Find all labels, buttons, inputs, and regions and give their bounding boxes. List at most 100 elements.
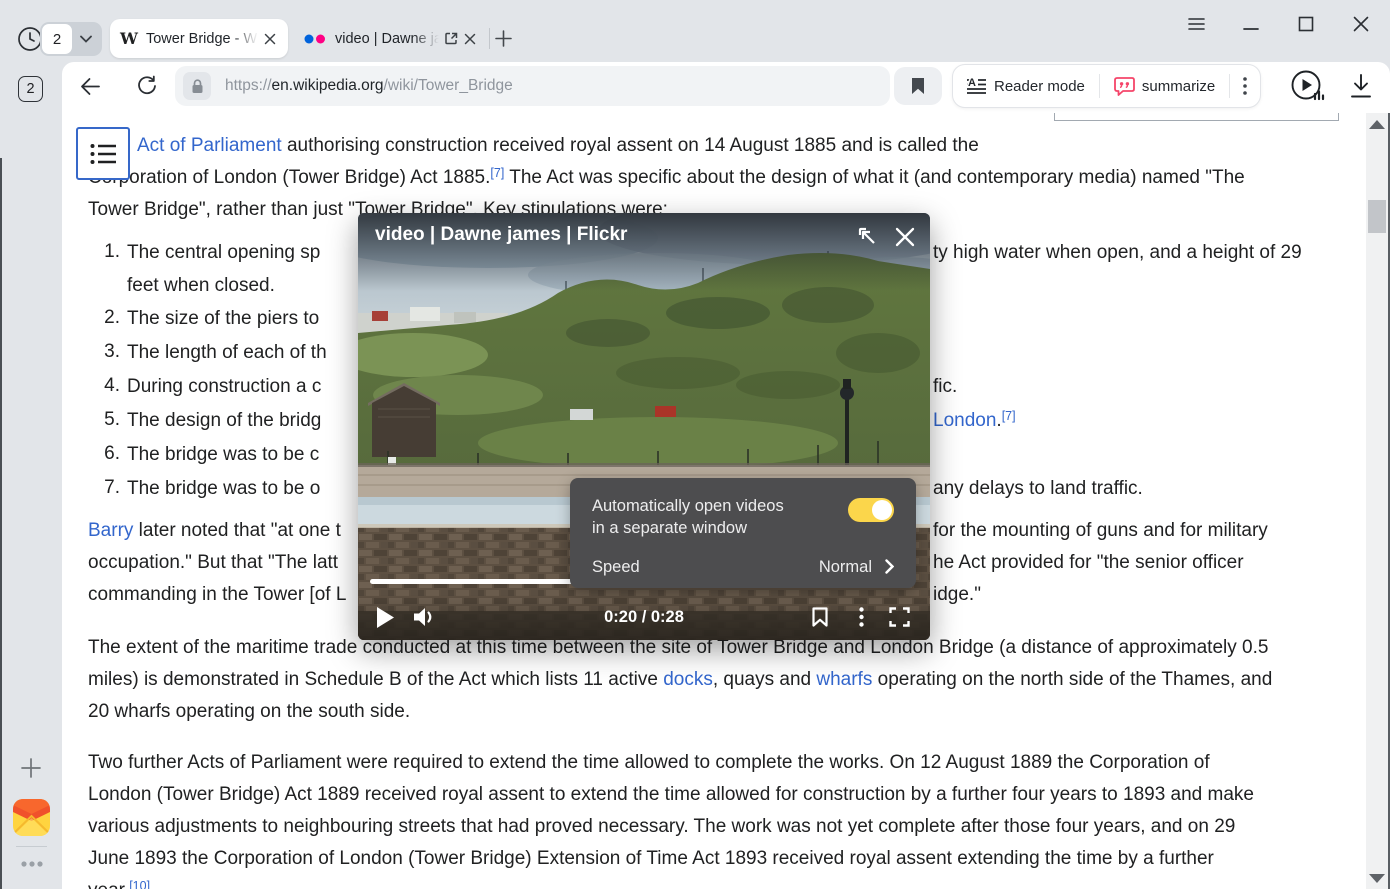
tab-divider <box>489 28 490 49</box>
article-text: he Act provided for "the senior officer <box>933 552 1244 573</box>
scrollbar-down-arrow[interactable] <box>1369 874 1385 883</box>
list-item-right: any delays to land traffic. <box>933 477 1143 501</box>
video-time: 0:20 / 0:28 <box>358 608 930 627</box>
reference-link[interactable]: [7] <box>1002 409 1016 423</box>
popout-indicator-icon[interactable] <box>444 31 459 46</box>
summarize-icon <box>1114 77 1135 96</box>
article-line: Barry later noted that "at one t <box>88 519 341 543</box>
reload-button[interactable] <box>136 75 158 97</box>
article-text: The design of the bridg <box>127 410 321 431</box>
close-video-icon[interactable] <box>895 227 915 247</box>
floating-video-player[interactable]: video | Dawne james | Flickr 0:20 / 0:28… <box>358 213 930 640</box>
chevron-down-icon[interactable] <box>80 35 92 43</box>
browser-menu-icon[interactable] <box>1181 9 1211 39</box>
article-text: fic. <box>933 376 957 397</box>
bookmark-icon <box>911 77 925 95</box>
close-tab-icon[interactable] <box>264 33 276 45</box>
speed-value: Normal <box>819 556 872 578</box>
read-aloud-button[interactable] <box>1290 69 1326 103</box>
article-text: Corporation of London (Tower Bridge) Act… <box>88 167 490 188</box>
article-text: The size of the piers to <box>127 308 319 329</box>
summarize-button[interactable]: summarize <box>1100 65 1229 107</box>
speed-row[interactable]: Speed Normal <box>570 550 916 580</box>
sidebar-add-button[interactable] <box>21 758 41 778</box>
list-item-right: London.[7] <box>933 409 1016 434</box>
article-text: various adjustments to neighbouring stre… <box>88 816 1235 837</box>
article-text: ty high water when open, and a height of… <box>933 242 1302 263</box>
article-text: London (Tower Bridge) Act 1889 received … <box>88 784 1254 805</box>
article-text: . <box>996 410 1001 431</box>
article-text: 20 wharfs operating on the south side. <box>88 701 410 722</box>
minimize-button[interactable] <box>1236 9 1266 39</box>
article-line-right: for the mounting of guns and for militar… <box>933 519 1268 543</box>
article-text: miles) is demonstrated in Schedule B of … <box>88 669 663 690</box>
wiki-search-box[interactable] <box>1054 113 1339 121</box>
article-text: The bridge was to be c <box>127 444 319 465</box>
download-button[interactable] <box>1350 74 1372 98</box>
list-item: The design of the bridg <box>127 409 321 433</box>
tab-title-fade <box>413 31 439 47</box>
yandex-mail-icon[interactable] <box>13 799 50 836</box>
list-number: 1. <box>94 241 120 263</box>
wiki-link[interactable]: Barry <box>88 520 133 541</box>
article-text: The bridge was to be o <box>127 478 320 499</box>
article-line: Two further Acts of Parliament were requ… <box>88 751 1210 775</box>
article-line: Act of Parliament authorising constructi… <box>137 134 979 158</box>
list-number: 7. <box>94 477 120 499</box>
scrollbar-up-arrow[interactable] <box>1369 120 1385 129</box>
fullscreen-button[interactable] <box>889 607 910 627</box>
close-tab-icon[interactable] <box>464 33 476 45</box>
wiki-link[interactable]: Act of Parliament <box>137 135 282 156</box>
article-text: idge." <box>933 584 981 605</box>
reference-link[interactable]: [10] <box>129 879 150 889</box>
video-more-button[interactable] <box>859 607 864 627</box>
restore-to-tab-icon[interactable] <box>858 227 881 250</box>
sidebar-more-icon[interactable] <box>21 861 43 867</box>
list-item-right: fic. <box>933 375 957 399</box>
article-text: occupation." But that "The latt <box>88 552 338 573</box>
url-text[interactable]: https://en.wikipedia.org/wiki/Tower_Brid… <box>225 77 513 95</box>
bookmark-chip[interactable] <box>894 67 942 105</box>
list-item: feet when closed. <box>127 274 275 298</box>
tab-group-pill[interactable]: 2 <box>40 22 102 56</box>
wiki-link[interactable]: wharfs <box>816 669 872 690</box>
toc-button[interactable] <box>76 127 130 180</box>
url-host: en.wikipedia.org <box>272 77 384 94</box>
address-bar[interactable]: https://en.wikipedia.org/wiki/Tower_Brid… <box>175 66 890 106</box>
auto-open-label: Automatically open videos <box>592 495 784 517</box>
video-settings-popup: Automatically open videos in a separate … <box>570 478 916 588</box>
wiki-link[interactable]: docks <box>663 669 713 690</box>
sidebar-divider <box>16 846 47 847</box>
article-line: 20 wharfs operating on the south side. <box>88 700 410 724</box>
article-text: The central opening sp <box>127 242 320 263</box>
video-title: video | Dawne james | Flickr <box>375 224 627 246</box>
reader-mode-button[interactable]: A Reader mode <box>953 65 1099 107</box>
video-bookmark-button[interactable] <box>812 607 828 627</box>
reference-link[interactable]: [7] <box>490 166 504 180</box>
article-text: year. <box>88 880 129 889</box>
chevron-right-icon <box>885 559 894 574</box>
sidebar-tab-count-badge[interactable]: 2 <box>18 76 43 102</box>
list-number: 3. <box>94 341 120 363</box>
article-text: The extent of the maritime trade conduct… <box>88 637 1268 658</box>
speed-label: Speed <box>592 556 640 578</box>
article-text: The Act was specific about the design of… <box>504 167 1244 188</box>
list-item: The bridge was to be c <box>127 443 319 467</box>
auto-open-toggle[interactable] <box>848 498 894 522</box>
close-window-button[interactable] <box>1346 9 1376 39</box>
article-line: miles) is demonstrated in Schedule B of … <box>88 668 1272 692</box>
more-actions-button[interactable] <box>1230 65 1260 107</box>
list-item: The size of the piers to <box>127 307 319 331</box>
back-button[interactable] <box>80 77 101 96</box>
tab-count-badge[interactable]: 2 <box>42 24 72 54</box>
new-tab-button[interactable] <box>494 29 513 48</box>
article-line: commanding in the Tower [of L <box>88 583 346 607</box>
scrollbar-thumb[interactable] <box>1368 200 1386 233</box>
tab-tower-bridge[interactable]: W Tower Bridge - Wikipedia <box>110 19 288 58</box>
maximize-button[interactable] <box>1291 9 1321 39</box>
lock-icon[interactable] <box>183 72 211 100</box>
article-line: Corporation of London (Tower Bridge) Act… <box>88 166 1245 191</box>
wiki-link[interactable]: London <box>933 410 996 431</box>
list-item: The central opening sp <box>127 241 320 265</box>
tab-flickr-video[interactable]: video | Dawne james | Flickr <box>296 19 484 58</box>
